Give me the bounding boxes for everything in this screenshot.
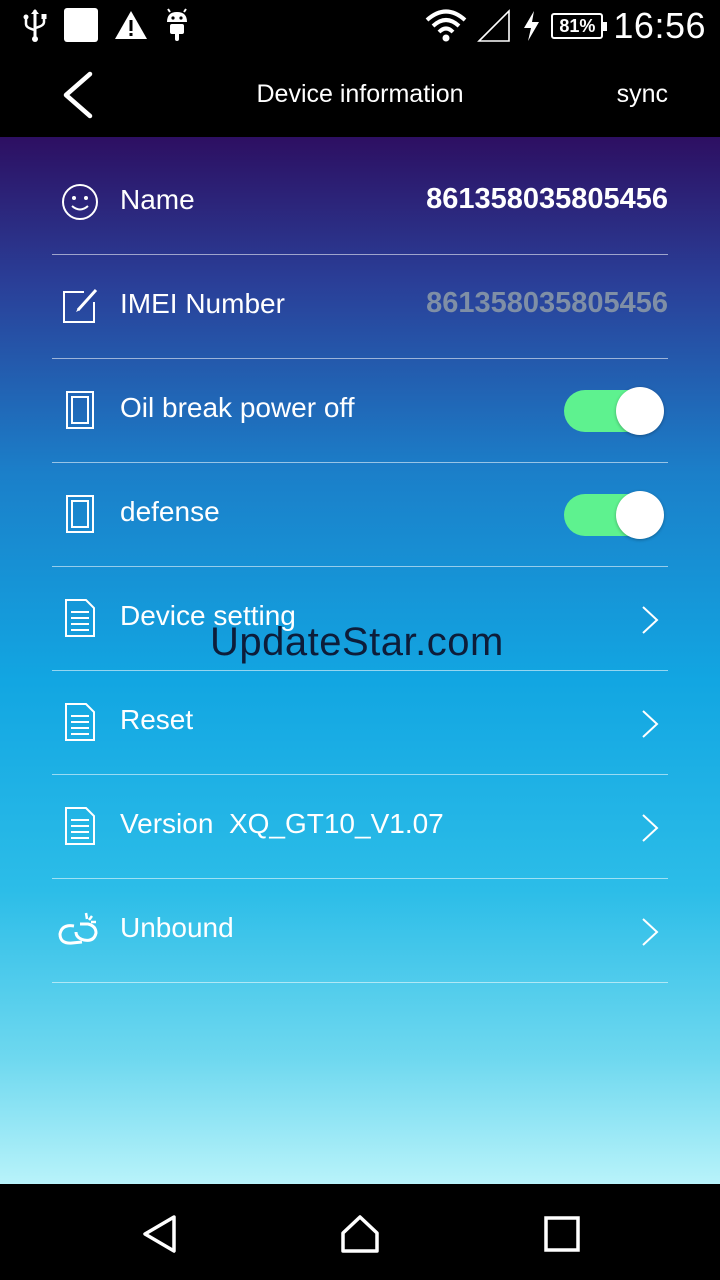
document-icon (65, 807, 95, 845)
document-icon (65, 703, 95, 741)
clock: 16:56 (613, 5, 706, 46)
chevron-right-icon (642, 918, 659, 946)
battery-indicator: 81% (551, 13, 608, 39)
oil-break-toggle[interactable] (564, 387, 664, 435)
warning-icon (115, 11, 147, 39)
row-unbound[interactable]: Unbound (52, 879, 668, 983)
chevron-right-icon (642, 710, 659, 738)
row-defense: defense (52, 463, 668, 567)
row-reset[interactable]: Reset (52, 671, 668, 775)
row-label: defense (120, 496, 220, 527)
document-icon (65, 599, 95, 637)
device-name-value: 861358035805456 (426, 183, 668, 215)
row-label: Version XQ_GT10_V1.07 (120, 808, 444, 839)
status-bar: 81% 16:56 (0, 0, 720, 52)
row-imei: IMEI Number 861358035805456 (52, 255, 668, 359)
recents-icon[interactable] (542, 1214, 582, 1254)
app-bar: Device information sync (0, 52, 720, 137)
charging-icon (524, 11, 540, 41)
edit-icon (63, 288, 98, 323)
usb-icon (23, 9, 47, 42)
signal-icon (477, 9, 511, 42)
wifi-icon (426, 9, 467, 42)
row-label: Reset (120, 704, 194, 735)
home-icon[interactable] (340, 1214, 380, 1254)
row-name[interactable]: Name 861358035805456 (52, 151, 668, 255)
row-label: IMEI Number (120, 288, 285, 319)
chevron-right-icon (642, 606, 659, 634)
watermark: UpdateStar.com (210, 620, 504, 664)
imei-value: 861358035805456 (426, 287, 668, 319)
defense-toggle[interactable] (564, 491, 664, 539)
navigation-bar (0, 1184, 720, 1280)
chevron-right-icon (642, 814, 659, 842)
door-icon (66, 495, 94, 533)
blank-notification-icon (64, 8, 98, 42)
row-label: Name (120, 184, 195, 215)
row-label: Oil break power off (120, 392, 355, 423)
smiley-icon (62, 184, 98, 220)
row-oil-break: Oil break power off (52, 359, 668, 463)
back-triangle-icon[interactable] (140, 1214, 180, 1254)
android-icon (167, 8, 187, 41)
sync-button[interactable]: sync (617, 80, 668, 109)
row-label: Unbound (120, 912, 234, 943)
page-title: Device information (256, 80, 464, 108)
row-version[interactable]: Version XQ_GT10_V1.07 (52, 775, 668, 879)
door-icon (66, 391, 94, 429)
link-icon (58, 912, 98, 945)
